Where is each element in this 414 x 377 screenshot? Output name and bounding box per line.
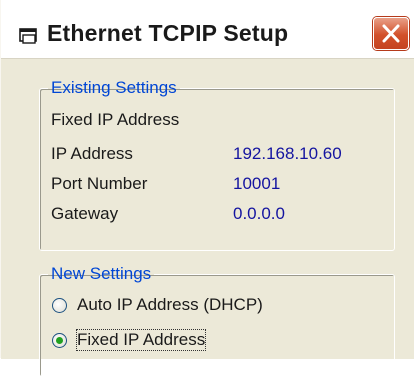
tcpip-setup-dialog: Ethernet TCPIP Setup Existing Settings F… [0, 0, 414, 377]
dialog-body: Existing Settings Fixed IP Address IP Ad… [1, 58, 414, 377]
radio-button[interactable] [52, 298, 67, 313]
ip-address-label: IP Address [51, 144, 133, 163]
gateway-label: Gateway [51, 204, 119, 223]
existing-settings-group: Existing Settings [39, 79, 395, 251]
close-button[interactable] [373, 17, 409, 50]
title-bar[interactable]: Ethernet TCPIP Setup [1, 0, 414, 58]
window-title: Ethernet TCPIP Setup [47, 20, 289, 46]
window-icon [19, 28, 39, 44]
radio-selected-dot [56, 337, 63, 344]
new-settings-group: New Settings [39, 265, 395, 377]
ip-address-value: 192.168.10.60 [233, 144, 342, 163]
radio-auto-ip-label[interactable]: Auto IP Address (DHCP) [77, 295, 263, 315]
radio-fixed-ip-label[interactable]: Fixed IP Address [75, 329, 207, 351]
port-number-value: 10001 [233, 174, 281, 193]
port-number-label: Port Number [51, 174, 148, 193]
existing-mode: Fixed IP Address [51, 110, 180, 129]
gateway-value: 0.0.0.0 [233, 204, 285, 223]
new-settings-legend: New Settings [51, 264, 152, 283]
radio-button[interactable] [52, 333, 67, 348]
existing-settings-legend: Existing Settings [51, 78, 177, 97]
